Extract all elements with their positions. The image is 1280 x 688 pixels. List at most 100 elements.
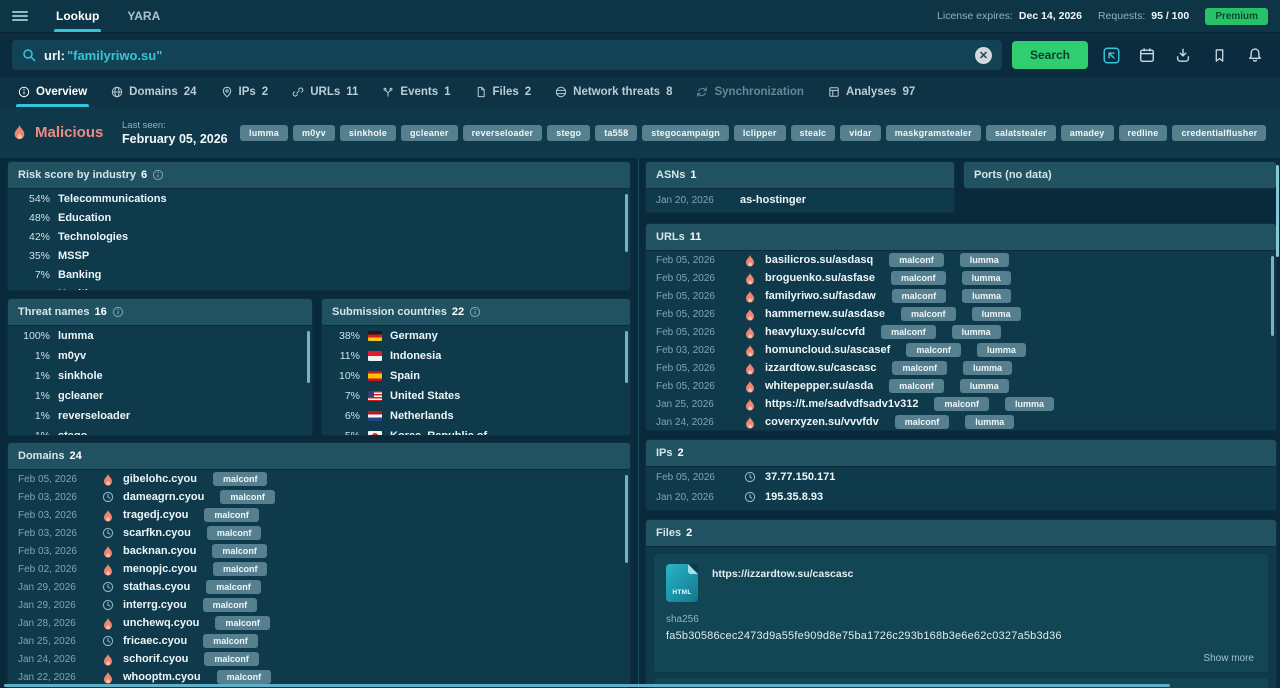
domain-row[interactable]: Jan 24, 2026 schorif.cyou malconf — [8, 650, 630, 668]
domain-row[interactable]: Feb 03, 2026 tragedj.cyou malconf — [8, 506, 630, 524]
threat-name-row[interactable]: 1% m0yv — [8, 346, 312, 366]
asn-row[interactable]: Jan 20, 2026 as-hostinger — [646, 189, 954, 211]
country-row[interactable]: 5% Korea, Republic of — [322, 426, 630, 435]
country-row[interactable]: 6% Netherlands — [322, 406, 630, 426]
risk-scrollbar[interactable] — [625, 194, 628, 252]
threat-tag[interactable]: credentialflusher — [1172, 125, 1266, 141]
threat-tag[interactable]: ta558 — [595, 125, 637, 141]
malconf-badge[interactable]: malconf — [220, 490, 275, 504]
url-row[interactable]: Feb 05, 2026 heavyluxy.su/ccvfd malconf … — [646, 323, 1276, 341]
info-icon[interactable] — [469, 306, 481, 318]
file-card[interactable]: HTML https://izzardtow.su/cascasc sha256… — [654, 554, 1268, 672]
menu-icon[interactable] — [12, 9, 28, 23]
industry-row[interactable]: 42% Technologies — [8, 227, 630, 246]
file-source-url[interactable]: https://izzardtow.su/cascasc — [712, 568, 853, 580]
countries-scrollbar[interactable] — [625, 331, 628, 383]
threat-badge[interactable]: lumma — [963, 361, 1012, 375]
tab-events[interactable]: Events1 — [370, 77, 462, 107]
threat-badge[interactable]: lumma — [960, 253, 1009, 267]
url-row[interactable]: Feb 03, 2026 homuncloud.su/ascasef malco… — [646, 341, 1276, 359]
bell-icon[interactable] — [1242, 42, 1268, 68]
malconf-badge[interactable]: malconf — [207, 526, 262, 540]
domain-row[interactable]: Jan 29, 2026 interrg.cyou malconf — [8, 596, 630, 614]
threat-badge[interactable]: lumma — [962, 289, 1011, 303]
url-row[interactable]: Feb 05, 2026 familyriwo.su/fasdaw malcon… — [646, 287, 1276, 305]
threat-badge[interactable]: lumma — [977, 343, 1026, 357]
industry-row[interactable]: 54% Telecommunications — [8, 189, 630, 208]
threat-tag[interactable]: vidar — [840, 125, 881, 141]
malconf-badge[interactable]: malconf — [213, 472, 268, 486]
threat-name-row[interactable]: 1% gcleaner — [8, 386, 312, 406]
url-row[interactable]: Jan 24, 2026 coverxyzen.su/vvvfdv malcon… — [646, 413, 1276, 430]
domain-row[interactable]: Feb 05, 2026 gibelohc.cyou malconf — [8, 470, 630, 488]
tab-overview[interactable]: Overview — [6, 77, 99, 107]
tab-lookup[interactable]: Lookup — [42, 0, 113, 32]
domains-scrollbar[interactable] — [625, 475, 628, 563]
urls-scrollbar[interactable] — [1271, 256, 1274, 336]
bookmark-icon[interactable] — [1206, 42, 1232, 68]
malconf-badge[interactable]: malconf — [213, 562, 268, 576]
url-row[interactable]: Feb 05, 2026 broguenko.su/asfase malconf… — [646, 269, 1276, 287]
open-query-icon[interactable] — [1098, 42, 1124, 68]
tab-domains[interactable]: Domains24 — [99, 77, 208, 107]
malconf-badge[interactable]: malconf — [901, 307, 956, 321]
page-horizontal-scrollbar[interactable] — [4, 684, 1170, 687]
url-row[interactable]: Feb 05, 2026 hammernew.su/asdase malconf… — [646, 305, 1276, 323]
url-row[interactable]: Feb 05, 2026 basilicros.su/asdasq malcon… — [646, 251, 1276, 269]
malconf-badge[interactable]: malconf — [215, 616, 270, 630]
threat-tag[interactable]: lclipper — [734, 125, 786, 141]
url-row[interactable]: Feb 05, 2026 izzardtow.su/cascasc malcon… — [646, 359, 1276, 377]
country-row[interactable]: 7% United States — [322, 386, 630, 406]
domain-row[interactable]: Jan 29, 2026 stathas.cyou malconf — [8, 578, 630, 596]
threat-badge[interactable]: lumma — [952, 325, 1001, 339]
calendar-icon[interactable] — [1134, 42, 1160, 68]
threat-badge[interactable]: lumma — [962, 271, 1011, 285]
domain-row[interactable]: Feb 03, 2026 scarfkn.cyou malconf — [8, 524, 630, 542]
threat-tag[interactable]: stego — [547, 125, 590, 141]
malconf-badge[interactable]: malconf — [892, 289, 947, 303]
malconf-badge[interactable]: malconf — [892, 361, 947, 375]
search-input[interactable]: url: "familyriwo.su" ✕ — [12, 40, 1002, 70]
threat-tag[interactable]: reverseloader — [463, 125, 543, 141]
threat-tag[interactable]: redline — [1119, 125, 1168, 141]
malconf-badge[interactable]: malconf — [204, 652, 259, 666]
download-icon[interactable] — [1170, 42, 1196, 68]
threat-tag[interactable]: stealc — [791, 125, 836, 141]
threat-tag[interactable]: sinkhole — [340, 125, 396, 141]
tab-network-threats[interactable]: Network threats8 — [543, 77, 684, 107]
domain-row[interactable]: Feb 03, 2026 backnan.cyou malconf — [8, 542, 630, 560]
threat-tag[interactable]: amadey — [1061, 125, 1114, 141]
tab-urls[interactable]: URLs11 — [280, 77, 370, 107]
threat-tag[interactable]: gcleaner — [401, 125, 458, 141]
country-row[interactable]: 11% Indonesia — [322, 346, 630, 366]
country-row[interactable]: 10% Spain — [322, 366, 630, 386]
page-vertical-scrollbar[interactable] — [1276, 165, 1279, 257]
info-icon[interactable] — [112, 306, 124, 318]
malconf-badge[interactable]: malconf — [217, 670, 272, 684]
threat-badge[interactable]: lumma — [960, 379, 1009, 393]
threat-tag[interactable]: m0yv — [293, 125, 335, 141]
threat-name-row[interactable]: 1% sinkhole — [8, 366, 312, 386]
malconf-badge[interactable]: malconf — [895, 415, 950, 429]
sha256-hash[interactable]: fa5b30586cec2473d9a55fe909d8e75ba1726c29… — [666, 630, 1256, 642]
tab-ips[interactable]: IPs2 — [209, 77, 281, 107]
tab-synchronization[interactable]: Synchronization — [684, 77, 815, 107]
domain-row[interactable]: Feb 03, 2026 dameagrn.cyou malconf — [8, 488, 630, 506]
threat-tag[interactable]: salatstealer — [986, 125, 1056, 141]
threat-badge[interactable]: lumma — [965, 415, 1014, 429]
malconf-badge[interactable]: malconf — [889, 379, 944, 393]
malconf-badge[interactable]: malconf — [212, 544, 267, 558]
threat-tag[interactable]: maskgramstealer — [886, 125, 981, 141]
malconf-badge[interactable]: malconf — [204, 508, 259, 522]
industry-row[interactable]: 7% Banking — [8, 265, 630, 284]
malconf-badge[interactable]: malconf — [906, 343, 961, 357]
tab-yara[interactable]: YARA — [113, 0, 174, 32]
domain-row[interactable]: Feb 02, 2026 menopjc.cyou malconf — [8, 560, 630, 578]
ip-row[interactable]: Jan 20, 2026 195.35.8.93 — [646, 487, 1276, 507]
tab-analyses[interactable]: Analyses97 — [816, 77, 927, 107]
threat-badge[interactable]: lumma — [972, 307, 1021, 321]
malconf-badge[interactable]: malconf — [934, 397, 989, 411]
threat-tag[interactable]: lumma — [240, 125, 288, 141]
clear-search-button[interactable]: ✕ — [975, 47, 992, 64]
malconf-badge[interactable]: malconf — [891, 271, 946, 285]
